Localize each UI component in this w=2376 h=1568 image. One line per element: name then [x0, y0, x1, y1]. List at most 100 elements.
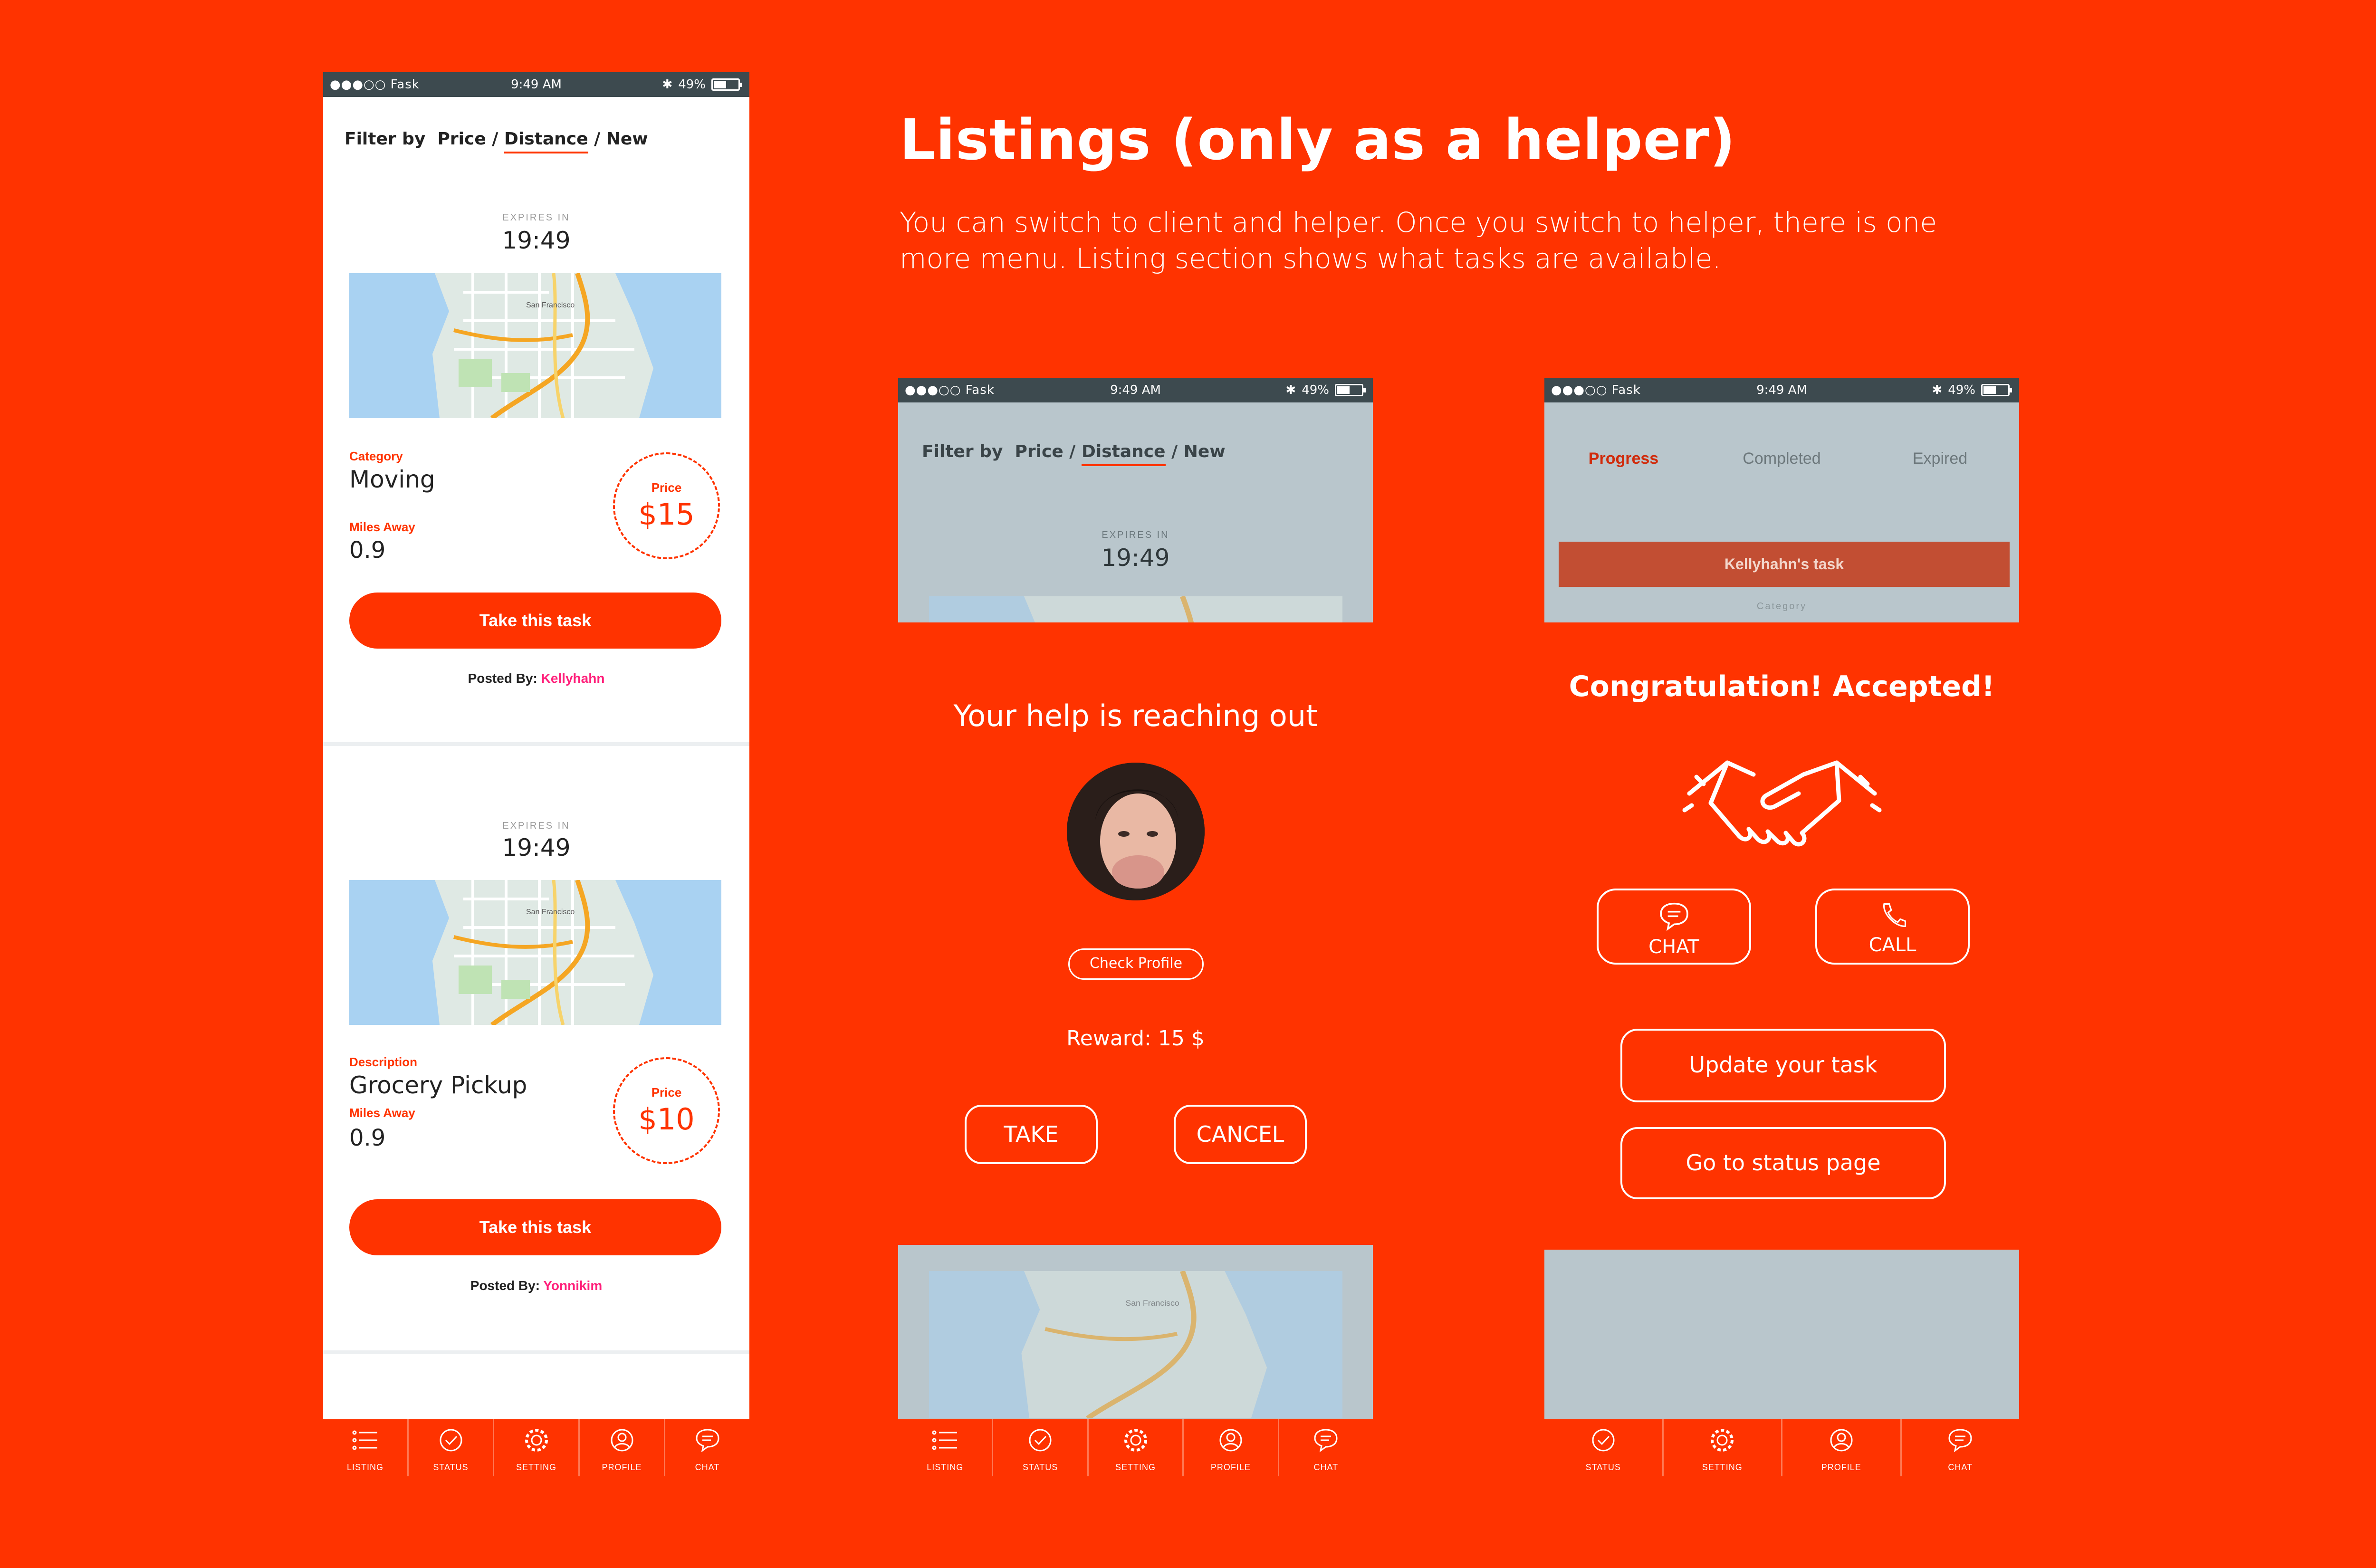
map-graphic: San Francisco	[349, 880, 721, 1025]
bluetooth-icon: ✱	[1285, 383, 1296, 397]
expires-label: EXPIRES IN	[502, 821, 570, 831]
check-circle-icon	[1029, 1429, 1052, 1452]
filter-new[interactable]: New	[1184, 442, 1226, 461]
tab-setting[interactable]: SETTING	[1664, 1419, 1782, 1476]
tab-label: CHAT	[695, 1463, 720, 1472]
bluetooth-icon: ✱	[662, 77, 673, 92]
tab-listing[interactable]: LISTING	[898, 1419, 994, 1476]
category-label: Category	[349, 449, 403, 463]
chat-bubble-icon	[1948, 1429, 1972, 1453]
map-preview: San Francisco	[929, 1271, 1342, 1418]
filter-price[interactable]: Price	[438, 129, 486, 149]
tab-profile[interactable]: PROFILE	[1184, 1419, 1279, 1476]
tab-profile[interactable]: PROFILE	[1782, 1419, 1902, 1476]
chat-label: CHAT	[1648, 936, 1699, 958]
tab-progress[interactable]: Progress	[1544, 435, 1703, 482]
category-label: Category	[1756, 601, 1807, 612]
tab-listing[interactable]: LISTING	[323, 1419, 409, 1476]
map-preview[interactable]: San Francisco	[349, 273, 721, 418]
tab-label: STATUS	[1022, 1463, 1058, 1472]
phone-listing-screen: ●●●○○ Fask 9:49 AM ✱ 49% Filter by Price …	[323, 72, 749, 1476]
tab-expired[interactable]: Expired	[1861, 435, 2019, 482]
tab-status[interactable]: STATUS	[993, 1419, 1089, 1476]
tab-label: PROFILE	[1210, 1463, 1251, 1472]
cancel-button[interactable]: CANCEL	[1174, 1105, 1307, 1164]
handshake-icon	[1682, 760, 1882, 847]
map-graphic: San Francisco	[929, 1271, 1342, 1418]
take-button[interactable]: TAKE	[965, 1105, 1098, 1164]
posted-by-label: Posted By:	[470, 1278, 540, 1293]
check-circle-icon	[1592, 1429, 1615, 1452]
bluetooth-icon: ✱	[1932, 383, 1943, 397]
chat-bubble-icon	[1314, 1429, 1338, 1453]
price-label: Price	[651, 480, 682, 495]
status-bar: ●●●○○ Fask 9:49 AM ✱ 49%	[323, 72, 749, 97]
miles-label: Miles Away	[349, 1106, 415, 1120]
gear-icon	[1124, 1429, 1147, 1452]
filter-bar: Filter by Price / Distance / New	[345, 129, 648, 149]
check-profile-button[interactable]: Check Profile	[1068, 948, 1204, 980]
map-city-label: San Francisco	[1125, 1299, 1179, 1308]
tab-bar: LISTING STATUS SETTING PROFILE CHAT	[323, 1419, 749, 1476]
battery-percent: 49%	[678, 77, 706, 92]
chat-bubble-icon	[695, 1429, 719, 1453]
tab-label: PROFILE	[602, 1463, 642, 1472]
filter-price[interactable]: Price	[1015, 442, 1063, 461]
price-badge: Price $15	[613, 452, 720, 559]
map-city-label: San Francisco	[526, 301, 575, 309]
description-label: Description	[349, 1055, 418, 1069]
phone-take-task-popup: ●●●○○ Fask 9:49 AM ✱ 49% Filter by Price …	[898, 378, 1373, 1476]
map-graphic: San Francisco	[349, 273, 721, 418]
expires-time: 19:49	[502, 227, 571, 254]
tab-chat[interactable]: CHAT	[1902, 1419, 2020, 1476]
description-text: You can switch to client and helper. Onc…	[900, 206, 1937, 275]
tab-setting[interactable]: SETTING	[494, 1419, 580, 1476]
filter-separator: /	[1069, 442, 1076, 461]
go-to-status-button[interactable]: Go to status page	[1620, 1127, 1946, 1199]
gear-icon	[1711, 1429, 1734, 1452]
tab-label: SETTING	[1702, 1463, 1743, 1472]
call-button[interactable]: CALL	[1815, 889, 1970, 965]
reward-text: Reward: 15 $	[1066, 1026, 1205, 1051]
update-task-button[interactable]: Update your task	[1620, 1029, 1946, 1102]
filter-new[interactable]: New	[606, 129, 648, 149]
posted-by-label: Posted By:	[468, 671, 537, 686]
filter-distance[interactable]: Distance	[504, 129, 588, 149]
tab-completed[interactable]: Completed	[1703, 435, 1861, 482]
posted-by-user[interactable]: Yonnikim	[543, 1278, 602, 1293]
status-bar: ●●●○○ Fask 9:49 AM ✱ 49%	[898, 378, 1373, 402]
tab-setting[interactable]: SETTING	[1089, 1419, 1184, 1476]
expires-time: 19:49	[1101, 544, 1170, 572]
filter-distance[interactable]: Distance	[1082, 442, 1166, 461]
gear-icon	[525, 1429, 548, 1452]
battery-status: ✱ 49%	[1285, 383, 1366, 397]
battery-icon	[711, 78, 742, 91]
map-preview[interactable]: San Francisco	[349, 880, 721, 1025]
card-divider	[323, 1350, 749, 1354]
chat-button[interactable]: CHAT	[1597, 889, 1751, 965]
tab-label: CHAT	[1313, 1463, 1339, 1472]
battery-icon	[1335, 384, 1366, 396]
filter-separator: /	[492, 129, 498, 149]
tab-chat[interactable]: CHAT	[665, 1419, 749, 1476]
tab-bar: LISTING STATUS SETTING PROFILE CHAT	[898, 1419, 1373, 1476]
progress-tabs: Progress Completed Expired	[1544, 435, 2019, 482]
map-city-label: San Francisco	[526, 908, 575, 916]
take-task-button[interactable]: Take this task	[349, 1199, 721, 1255]
posted-by-user[interactable]: Kellyhahn	[541, 671, 605, 686]
tab-status[interactable]: STATUS	[409, 1419, 494, 1476]
posted-by: Posted By: Kellyhahn	[323, 671, 749, 686]
description-value: Grocery Pickup	[349, 1071, 527, 1099]
tab-label: PROFILE	[1821, 1463, 1861, 1472]
tab-profile[interactable]: PROFILE	[580, 1419, 665, 1476]
tab-bar: STATUS SETTING PROFILE CHAT	[1544, 1419, 2019, 1476]
tab-chat[interactable]: CHAT	[1279, 1419, 1373, 1476]
phone-accepted-screen: ●●●○○ Fask 9:49 AM ✱ 49% Progress Complet…	[1544, 378, 2019, 1476]
tab-status[interactable]: STATUS	[1544, 1419, 1664, 1476]
headline: Listings (only as a helper)	[900, 107, 1736, 172]
filter-label: Filter by	[922, 442, 1003, 461]
battery-status: ✱ 49%	[662, 77, 742, 92]
price-badge: Price $10	[613, 1057, 720, 1164]
take-task-button[interactable]: Take this task	[349, 593, 721, 649]
expires-label: EXPIRES IN	[1102, 530, 1169, 540]
